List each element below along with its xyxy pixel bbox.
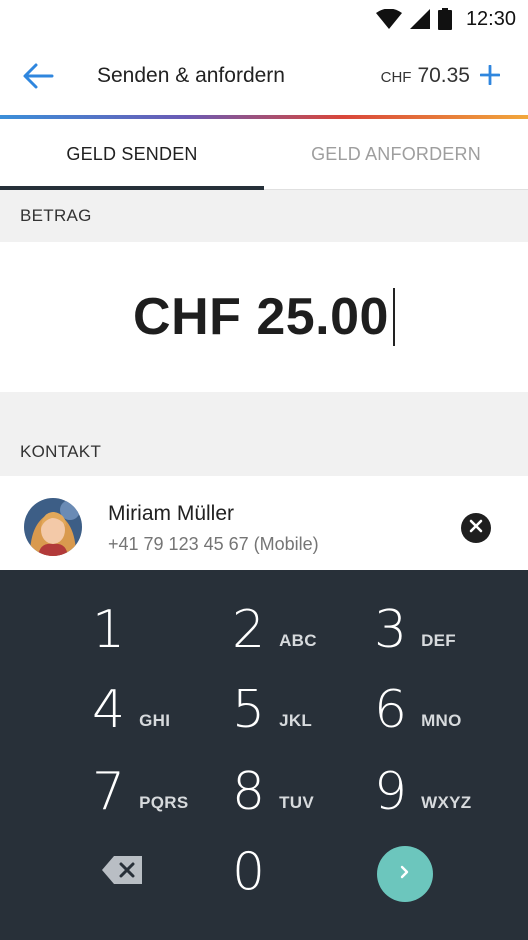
status-bar: 12:30 [0, 0, 528, 38]
app-bar: Senden & anfordern CHF 70.35 [0, 38, 528, 116]
key-digit: 0 [232, 842, 266, 902]
key-letters: JKL [279, 711, 313, 730]
key-0[interactable]: 0 [232, 832, 372, 912]
key-8[interactable]: 8 TUV [232, 752, 372, 832]
selected-contact[interactable]: Miriam Müller +41 79 123 45 67 (Mobile) [0, 476, 528, 570]
key-digit: 6 [374, 680, 408, 740]
key-letters: PQRS [139, 793, 189, 812]
key-letters: GHI [139, 711, 171, 730]
key-7[interactable]: 7 PQRS [92, 752, 232, 832]
key-letters: MNO [421, 711, 462, 730]
tab-request-money[interactable]: GELD ANFORDERN [264, 119, 528, 189]
key-digit: 4 [92, 680, 126, 740]
key-digit: 9 [374, 762, 408, 822]
key-4[interactable]: 4 GHI [92, 670, 232, 750]
key-2[interactable]: 2 ABC [232, 590, 372, 670]
contact-phone: +41 79 123 45 67 (Mobile) [108, 534, 319, 554]
back-button[interactable] [20, 60, 56, 96]
close-circle-icon [469, 519, 483, 538]
key-6[interactable]: 6 MNO [374, 670, 514, 750]
key-letters: TUV [279, 793, 314, 812]
amount-value: CHF 25.00 [133, 288, 389, 346]
key-digit: 8 [232, 762, 266, 822]
amount-section-header: BETRAG [0, 190, 528, 242]
battery-icon [437, 8, 452, 30]
key-digit: 3 [374, 600, 408, 660]
backspace-button[interactable] [98, 852, 146, 892]
contact-section-header: KONTAKT [0, 428, 528, 476]
signal-icon [409, 9, 430, 29]
status-time: 12:30 [465, 7, 516, 30]
remove-contact-button[interactable] [461, 513, 491, 543]
arrow-left-icon [22, 62, 54, 95]
page-title: Senden & anfordern [97, 64, 285, 87]
amount-field[interactable]: CHF 25.00 [0, 242, 528, 392]
tab-send-money[interactable]: GELD SENDEN [0, 119, 264, 190]
balance-display: CHF 70.35 [381, 64, 470, 88]
next-button[interactable] [377, 846, 433, 902]
key-letters: DEF [421, 631, 456, 650]
key-digit: 7 [92, 762, 126, 822]
key-digit: 5 [232, 680, 266, 740]
balance-amount: 70.35 [417, 64, 470, 87]
key-letters: WXYZ [421, 793, 472, 812]
plus-icon [479, 64, 501, 90]
chevron-right-icon [399, 865, 411, 884]
balance-currency: CHF [380, 69, 412, 86]
key-letters: ABC [279, 631, 317, 650]
tab-bar: GELD SENDEN GELD ANFORDERN [0, 119, 528, 190]
key-9[interactable]: 9 WXYZ [374, 752, 514, 832]
avatar [24, 498, 82, 556]
backspace-icon [102, 855, 142, 889]
key-5[interactable]: 5 JKL [232, 670, 372, 750]
wifi-icon [375, 9, 402, 29]
contact-name: Miriam Müller [108, 502, 234, 525]
text-cursor [392, 288, 395, 346]
numeric-keypad: 1 2 ABC 3 DEF 4 GHI 5 JKL 6 MNO 7 PQRS 8… [0, 570, 528, 940]
key-digit: 1 [92, 600, 126, 660]
key-3[interactable]: 3 DEF [374, 590, 514, 670]
key-1[interactable]: 1 [92, 590, 232, 670]
add-funds-button[interactable] [476, 60, 504, 94]
section-spacer [0, 392, 528, 428]
key-digit: 2 [232, 600, 266, 660]
